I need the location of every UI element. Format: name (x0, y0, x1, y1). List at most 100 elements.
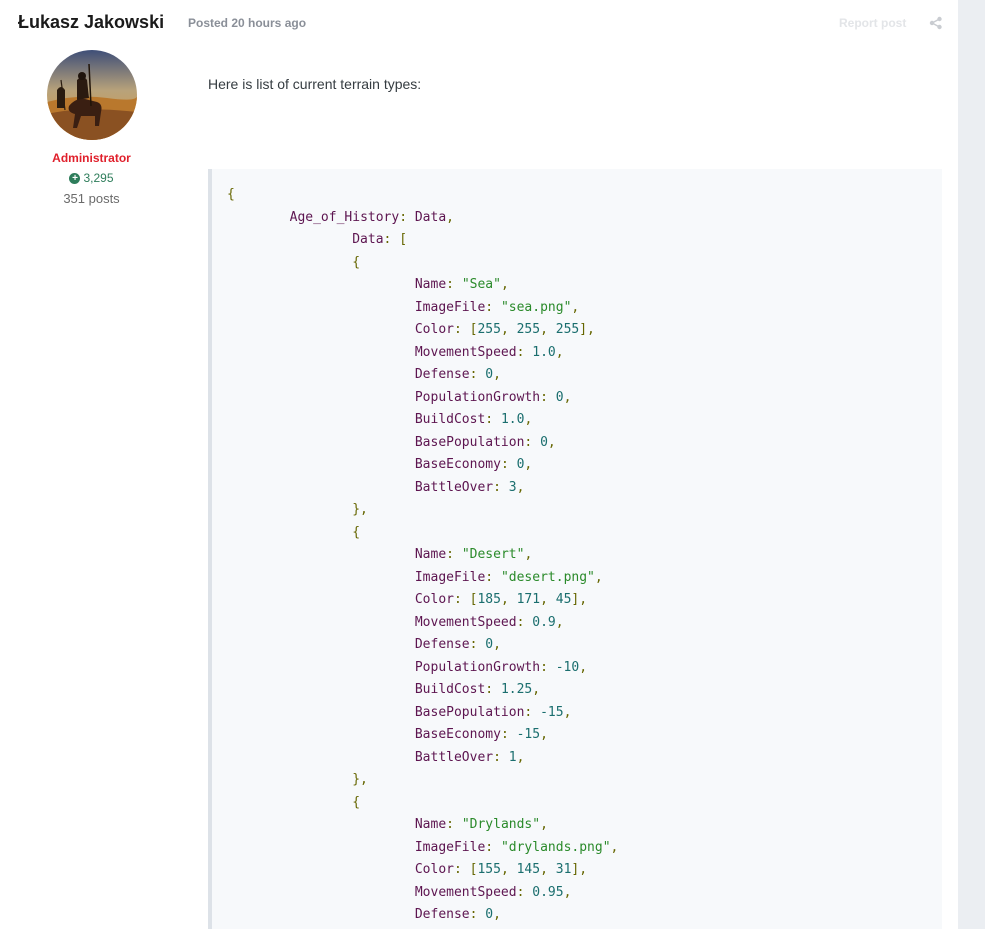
code-token: 185 (477, 592, 501, 607)
code-token: : (485, 839, 501, 855)
code-line: }, (227, 499, 618, 522)
code-line: BaseEconomy: -15, (227, 724, 618, 747)
code-token: PopulationGrowth (414, 659, 541, 675)
code-token: 155 (477, 862, 501, 877)
code-token: : (485, 299, 501, 315)
code-token: : (500, 727, 517, 742)
code-token: , (594, 569, 603, 585)
reputation: + 3,295 (0, 171, 183, 185)
code-line: PopulationGrowth: 0, (227, 387, 618, 410)
avatar[interactable] (47, 50, 137, 140)
code-line: { (227, 252, 618, 275)
code-line: Defense: 0, (227, 634, 618, 657)
code-token: , (500, 862, 517, 877)
code-token: 31 (555, 862, 572, 877)
code-line: Color: [255, 255, 255], (227, 319, 618, 342)
code-token: "desert.png" (500, 569, 595, 585)
code-token: : (540, 389, 556, 405)
code-token: 0 (555, 389, 564, 405)
reputation-count: 3,295 (83, 171, 114, 185)
code-line: Defense: 0, (227, 904, 618, 927)
code-token: { (227, 254, 361, 270)
code-token: Age_of_History (289, 209, 400, 225)
code-token: , (500, 322, 517, 337)
code-token: 255 (555, 322, 580, 337)
code-token: Data (352, 232, 384, 247)
report-post-link[interactable]: Report post (839, 16, 906, 30)
code-token: , (524, 457, 533, 472)
post-timestamp[interactable]: Posted 20 hours ago (188, 16, 306, 30)
code-token: : (540, 659, 556, 675)
code-line: Name: "Drylands", (227, 814, 618, 837)
author-role: Administrator (52, 151, 131, 165)
code-token: : (516, 344, 533, 360)
code-token: , (579, 659, 588, 675)
code-token: ], (571, 592, 588, 607)
code-line: MovementSpeed: 0.9, (227, 612, 618, 635)
code-token: , (532, 682, 541, 697)
code-token: Defense (414, 637, 470, 652)
code-block[interactable]: { Age_of_History: Data, Data: [ { Name: … (208, 169, 942, 929)
code-token: : (446, 817, 462, 832)
code-lines: { Age_of_History: Data, Data: [ { Name: … (227, 184, 618, 927)
code-token: Color (414, 592, 454, 607)
code-token: , (547, 434, 556, 450)
code-token: : (469, 367, 486, 382)
code-token: : (493, 749, 509, 765)
code-token: Color (414, 862, 454, 877)
code-token: , (446, 209, 454, 225)
code-token: BuildCost (414, 412, 486, 427)
share-icon[interactable] (929, 16, 943, 30)
code-token: 145 (516, 862, 541, 877)
code-token: , (493, 907, 501, 922)
code-token: 0 (485, 637, 494, 652)
post-intro-text: Here is list of current terrain types: (208, 76, 422, 92)
code-line: BattleOver: 3, (227, 477, 618, 500)
code-token: -15 (516, 727, 541, 742)
code-token: MovementSpeed (414, 884, 517, 900)
code-token: , (500, 277, 509, 292)
code-token: : (485, 569, 501, 585)
code-token: , (524, 412, 533, 427)
code-token: ImageFile (414, 839, 486, 855)
code-token: Name (414, 277, 447, 292)
code-token: PopulationGrowth (414, 389, 541, 405)
code-line: Color: [185, 171, 45], (227, 589, 618, 612)
code-token: BaseEconomy (414, 727, 501, 742)
code-token: Defense (414, 907, 470, 922)
author-name[interactable]: Łukasz Jakowski (18, 12, 164, 33)
code-token: , (524, 547, 533, 562)
code-token: 1.0 (532, 344, 556, 360)
code-line: PopulationGrowth: -10, (227, 657, 618, 680)
code-token: }, (227, 502, 368, 517)
code-line: BattleOver: 1, (227, 747, 618, 770)
code-token: 0.9 (532, 614, 556, 630)
code-token: , (540, 727, 548, 742)
code-line: Name: "Desert", (227, 544, 618, 567)
code-line: Age_of_History: Data, (227, 207, 618, 230)
post-count: 351 posts (63, 191, 120, 206)
code-line: MovementSpeed: 1.0, (227, 342, 618, 365)
code-token: : [ (453, 862, 478, 877)
plus-circle-icon: + (69, 172, 81, 184)
page-gutter (958, 0, 985, 929)
code-line: BasePopulation: 0, (227, 432, 618, 455)
code-token: , (571, 299, 580, 315)
